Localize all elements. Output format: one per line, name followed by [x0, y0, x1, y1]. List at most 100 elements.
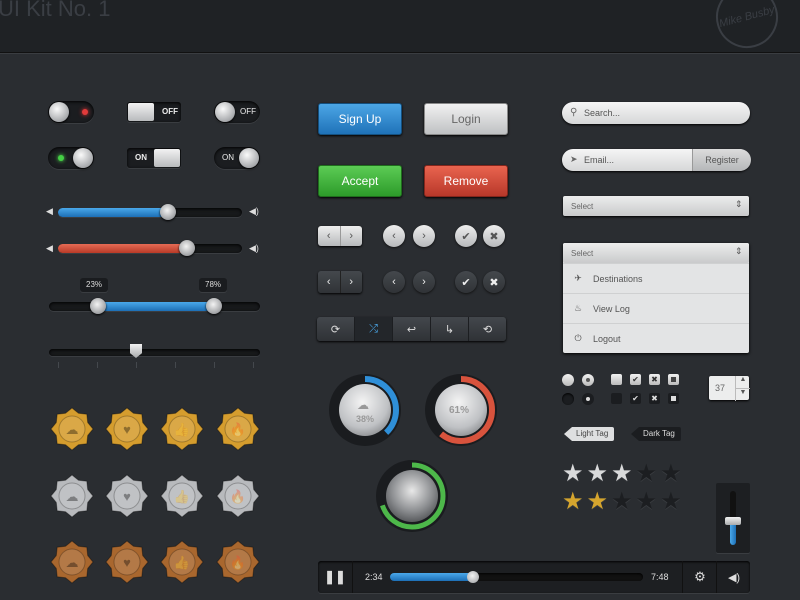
- menu-item-logout[interactable]: ⏻ Logout: [563, 323, 749, 353]
- range-thumb-low[interactable]: [90, 298, 106, 314]
- close-icon: ✖: [651, 394, 658, 403]
- shuffle-button[interactable]: ⤮: [355, 317, 393, 341]
- cloud-icon: ☁: [66, 489, 79, 504]
- star-rating-gold[interactable]: ★ ★ ★ ★ ★: [562, 490, 682, 514]
- checkbox-light-filled[interactable]: [668, 374, 679, 385]
- return-icon: ↩: [406, 323, 417, 336]
- volume-button[interactable]: ◀): [716, 561, 751, 593]
- progress-fill: [390, 573, 473, 581]
- next-button[interactable]: ›: [341, 226, 363, 246]
- star-rating-light[interactable]: ★ ★ ★ ★ ★: [562, 462, 682, 486]
- checkbox-light-x[interactable]: ✖: [649, 374, 660, 385]
- return-button[interactable]: ↩: [393, 317, 431, 341]
- slider-thumb[interactable]: [160, 204, 176, 220]
- remove-button[interactable]: Remove: [424, 165, 508, 197]
- radio-dark-unchecked[interactable]: [562, 393, 574, 405]
- forward-button[interactable]: ↳: [431, 317, 469, 341]
- step-ticks: [58, 362, 254, 368]
- select-dropdown[interactable]: Select ⇕: [563, 196, 749, 216]
- vertical-slider-panel: [716, 483, 750, 553]
- progress-bar[interactable]: [390, 571, 643, 583]
- star-icon[interactable]: ★: [636, 462, 658, 486]
- close-button[interactable]: ✖: [483, 271, 505, 293]
- close-icon: ✖: [489, 230, 499, 243]
- radio-light-unchecked[interactable]: [562, 374, 574, 386]
- checkbox-dark-unchecked[interactable]: [611, 393, 622, 404]
- check-button[interactable]: ✔: [455, 271, 477, 293]
- search-input[interactable]: ⚲ Search...: [562, 102, 750, 124]
- next-round-button[interactable]: ›: [413, 271, 435, 293]
- star-icon[interactable]: ★: [611, 462, 633, 486]
- checkbox-light-checked[interactable]: ✔: [630, 374, 641, 385]
- switch-grip: [154, 149, 180, 167]
- prev-button[interactable]: ‹: [318, 271, 341, 293]
- step-slider[interactable]: [49, 344, 260, 358]
- star-icon[interactable]: ★: [562, 462, 584, 486]
- prev-button[interactable]: ‹: [318, 226, 341, 246]
- badge: ☁: [50, 407, 94, 451]
- stepper-up[interactable]: ▲: [735, 376, 750, 388]
- chevron-right-icon: ›: [422, 276, 426, 288]
- toggle-off-knob[interactable]: [48, 101, 94, 123]
- register-button[interactable]: Register: [692, 149, 751, 171]
- checkbox-light-unchecked[interactable]: [611, 374, 622, 385]
- checkbox-dark-filled[interactable]: [668, 393, 679, 404]
- menu-item-destinations[interactable]: ✈ Destinations: [563, 263, 749, 293]
- accept-button[interactable]: Accept: [318, 165, 402, 197]
- settings-button[interactable]: ⚙: [682, 561, 717, 593]
- check-button[interactable]: ✔: [455, 225, 477, 247]
- volume-slider-red[interactable]: [58, 240, 242, 256]
- repeat-button[interactable]: ⟲: [469, 317, 506, 341]
- chevron-right-icon: ›: [349, 276, 354, 288]
- progress-thumb[interactable]: [467, 571, 479, 583]
- radio-light-checked[interactable]: [582, 374, 594, 386]
- menu-item-view-log[interactable]: ♨ View Log: [563, 293, 749, 323]
- badge: ♥: [105, 407, 149, 451]
- star-icon[interactable]: ★: [587, 490, 609, 514]
- toggle-switch-on[interactable]: ON: [127, 148, 181, 168]
- chevron-right-icon: ›: [422, 230, 426, 242]
- login-button[interactable]: Login: [424, 103, 508, 135]
- star-icon[interactable]: ★: [611, 490, 633, 514]
- stepper-down[interactable]: ▼: [735, 388, 750, 401]
- star-icon[interactable]: ★: [587, 462, 609, 486]
- chevron-left-icon: ‹: [326, 230, 331, 242]
- light-tag[interactable]: Light Tag: [564, 427, 615, 441]
- toggle-pill-off[interactable]: OFF: [214, 101, 260, 123]
- dial-green[interactable]: [374, 458, 450, 534]
- checkbox-dark-checked[interactable]: ✔: [630, 393, 641, 404]
- prev-round-button[interactable]: ‹: [383, 271, 405, 293]
- switch-label: ON: [135, 153, 147, 162]
- close-icon: ✖: [651, 375, 658, 384]
- radio-dark-checked[interactable]: [582, 393, 594, 405]
- next-button[interactable]: ›: [341, 271, 363, 293]
- volume-high-icon: ◀): [249, 243, 259, 253]
- dark-tag[interactable]: Dark Tag: [631, 427, 681, 441]
- select-dropdown-open[interactable]: Select ⇕: [563, 243, 749, 263]
- range-slider[interactable]: [49, 298, 260, 314]
- email-field[interactable]: ➤ Email... Register: [562, 149, 751, 171]
- volume-slider-blue[interactable]: [58, 204, 242, 220]
- toggle-switch-off[interactable]: OFF: [127, 102, 181, 122]
- volume-low-icon: ◀: [46, 206, 53, 216]
- next-round-button[interactable]: ›: [413, 225, 435, 247]
- slider-thumb[interactable]: [179, 240, 195, 256]
- star-icon[interactable]: ★: [562, 490, 584, 514]
- range-thumb-high[interactable]: [206, 298, 222, 314]
- toggle-on-knob[interactable]: [48, 147, 94, 169]
- range-low-tooltip: 23%: [80, 278, 109, 292]
- prev-round-button[interactable]: ‹: [383, 225, 405, 247]
- star-icon[interactable]: ★: [636, 490, 658, 514]
- close-button[interactable]: ✖: [483, 225, 505, 247]
- airplane-icon: ✈: [574, 273, 582, 283]
- quantity-stepper[interactable]: 37 ▲ ▼: [709, 376, 750, 401]
- vertical-slider-thumb[interactable]: [725, 517, 741, 525]
- refresh-button[interactable]: ⟳: [317, 317, 355, 341]
- star-icon[interactable]: ★: [660, 490, 682, 514]
- star-icon[interactable]: ★: [660, 462, 682, 486]
- sign-up-button[interactable]: Sign Up: [318, 103, 402, 135]
- step-slider-thumb[interactable]: [130, 344, 142, 358]
- pause-button[interactable]: ❚❚: [318, 561, 353, 593]
- toggle-pill-on[interactable]: ON: [214, 147, 260, 169]
- checkbox-dark-x[interactable]: ✖: [649, 393, 660, 404]
